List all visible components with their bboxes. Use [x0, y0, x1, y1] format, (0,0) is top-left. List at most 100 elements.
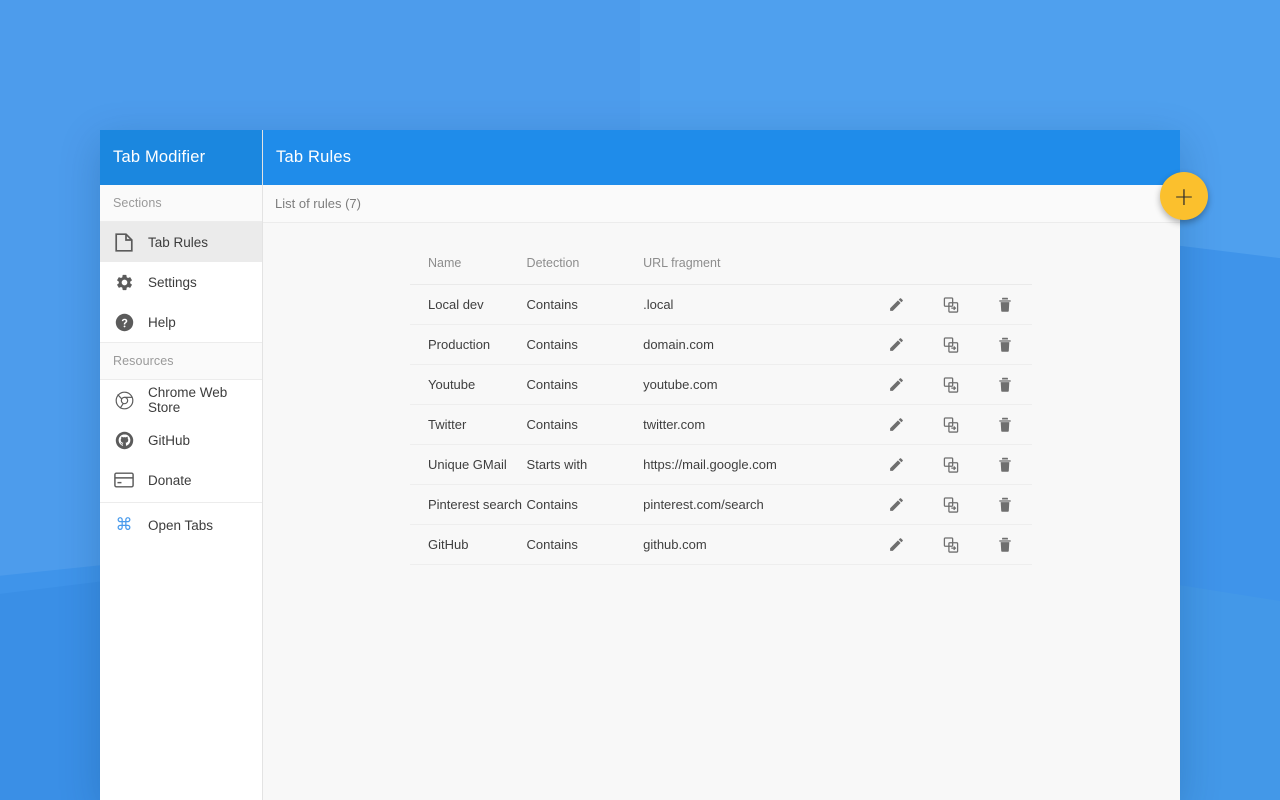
duplicate-icon[interactable] — [938, 492, 964, 518]
cell-duplicate — [923, 444, 978, 485]
cell-edit — [869, 444, 924, 485]
delete-icon[interactable] — [992, 532, 1018, 558]
cell-name: GitHub — [410, 524, 527, 565]
cell-detection: Contains — [526, 324, 644, 365]
delete-icon[interactable] — [992, 292, 1018, 318]
cell-name: Production — [410, 324, 527, 365]
sidebar-item-donate[interactable]: Donate — [100, 460, 262, 500]
cell-edit — [869, 324, 924, 365]
column-header-edit — [869, 256, 924, 285]
plus-icon: + — [1173, 181, 1195, 211]
cell-duplicate — [923, 284, 978, 325]
duplicate-icon[interactable] — [938, 332, 964, 358]
sidebar-item-github[interactable]: GitHub — [100, 420, 262, 460]
cell-name: Pinterest search — [410, 484, 527, 525]
sidebar-divider — [100, 502, 262, 503]
file-icon — [113, 231, 135, 253]
table-header-row: Name Detection URL fragment — [410, 256, 1032, 285]
cell-detection: Contains — [526, 524, 644, 565]
sidebar-item-label: Help — [148, 314, 176, 330]
cell-detection: Contains — [526, 484, 644, 525]
sidebar-item-tab-rules[interactable]: Tab Rules — [100, 222, 262, 262]
table-row: Twitter Contains twitter.com — [410, 404, 1032, 445]
cell-delete — [977, 364, 1032, 405]
sidebar-item-label: Donate — [148, 472, 192, 488]
edit-icon[interactable] — [883, 292, 909, 318]
delete-icon[interactable] — [992, 332, 1018, 358]
cell-name: Twitter — [410, 404, 527, 445]
cell-detection: Contains — [526, 404, 644, 445]
gear-icon — [113, 271, 135, 293]
cell-detection: Contains — [526, 364, 644, 405]
sidebar-item-help[interactable]: Help — [100, 302, 262, 342]
app-title: Tab Modifier — [100, 130, 262, 185]
rules-count-bar: List of rules (7) — [263, 185, 1180, 223]
help-circle-icon — [113, 311, 135, 333]
duplicate-icon[interactable] — [938, 292, 964, 318]
rules-table-body: Local dev Contains .local Production Contain… — [410, 284, 1032, 565]
cell-url: domain.com — [643, 324, 870, 365]
sidebar-item-label: Chrome Web Store — [148, 385, 228, 415]
delete-icon[interactable] — [992, 492, 1018, 518]
edit-icon[interactable] — [883, 412, 909, 438]
edit-icon[interactable] — [883, 372, 909, 398]
sidebar-item-settings[interactable]: Settings — [100, 262, 262, 302]
sidebar: Tab Modifier Sections Tab Rules Settings — [100, 130, 263, 800]
main-content: Tab Rules List of rules (7) + Name Detec… — [263, 130, 1208, 800]
column-header-duplicate — [923, 256, 978, 285]
cell-duplicate — [923, 324, 978, 365]
cell-name: Local dev — [410, 284, 527, 325]
cell-name: Unique GMail — [410, 444, 527, 485]
column-header-name: Name — [410, 256, 527, 285]
table-row: Production Contains domain.com — [410, 324, 1032, 365]
cell-edit — [869, 284, 924, 325]
cell-url: .local — [643, 284, 870, 325]
cell-detection: Contains — [526, 284, 644, 325]
add-rule-button[interactable]: + — [1160, 172, 1208, 220]
app-window: Tab Modifier Sections Tab Rules Settings — [100, 130, 1208, 800]
edit-icon[interactable] — [883, 532, 909, 558]
sidebar-item-label: Open Tabs — [148, 517, 214, 533]
sidebar-item-label: Settings — [148, 274, 197, 290]
duplicate-icon[interactable] — [938, 452, 964, 478]
github-icon — [113, 429, 135, 451]
column-header-url: URL fragment — [643, 256, 870, 285]
duplicate-icon[interactable] — [938, 372, 964, 398]
sidebar-item-label: GitHub — [148, 432, 191, 448]
command-glyph: ⌘ — [115, 514, 133, 535]
edit-icon[interactable] — [883, 452, 909, 478]
edit-icon[interactable] — [883, 492, 909, 518]
edit-icon[interactable] — [883, 332, 909, 358]
column-header-detection: Detection — [526, 256, 644, 285]
cell-duplicate — [923, 524, 978, 565]
cell-delete — [977, 324, 1032, 365]
sidebar-group-resources-label: Resources — [100, 342, 262, 380]
sidebar-item-open-tabs[interactable]: ⌘ Open Tabs — [100, 505, 262, 545]
rules-table-head: Name Detection URL fragment — [410, 256, 1032, 285]
sidebar-group-sections-label: Sections — [100, 185, 262, 222]
cell-delete — [977, 284, 1032, 325]
rules-table-container: Name Detection URL fragment Local dev Con… — [263, 223, 1180, 565]
command-icon: ⌘ — [113, 514, 135, 536]
cell-detection: Starts with — [526, 444, 644, 485]
table-row: Unique GMail Starts with https://mail.goog… — [410, 444, 1032, 485]
cell-duplicate — [923, 404, 978, 445]
rules-table: Name Detection URL fragment Local dev Con… — [410, 256, 1032, 565]
duplicate-icon[interactable] — [938, 412, 964, 438]
cell-delete — [977, 484, 1032, 525]
cell-edit — [869, 364, 924, 405]
column-header-delete — [977, 256, 1032, 285]
chrome-icon — [113, 389, 135, 411]
cell-url: https://mail.google.com — [643, 444, 870, 485]
delete-icon[interactable] — [992, 372, 1018, 398]
duplicate-icon[interactable] — [938, 532, 964, 558]
delete-icon[interactable] — [992, 412, 1018, 438]
cell-delete — [977, 444, 1032, 485]
sidebar-item-chrome-web-store[interactable]: Chrome Web Store — [100, 380, 262, 420]
delete-icon[interactable] — [992, 452, 1018, 478]
cell-edit — [869, 404, 924, 445]
page-title: Tab Rules — [263, 130, 1180, 185]
credit-card-icon — [113, 469, 135, 491]
table-row: Local dev Contains .local — [410, 284, 1032, 325]
cell-url: pinterest.com/search — [643, 484, 870, 525]
